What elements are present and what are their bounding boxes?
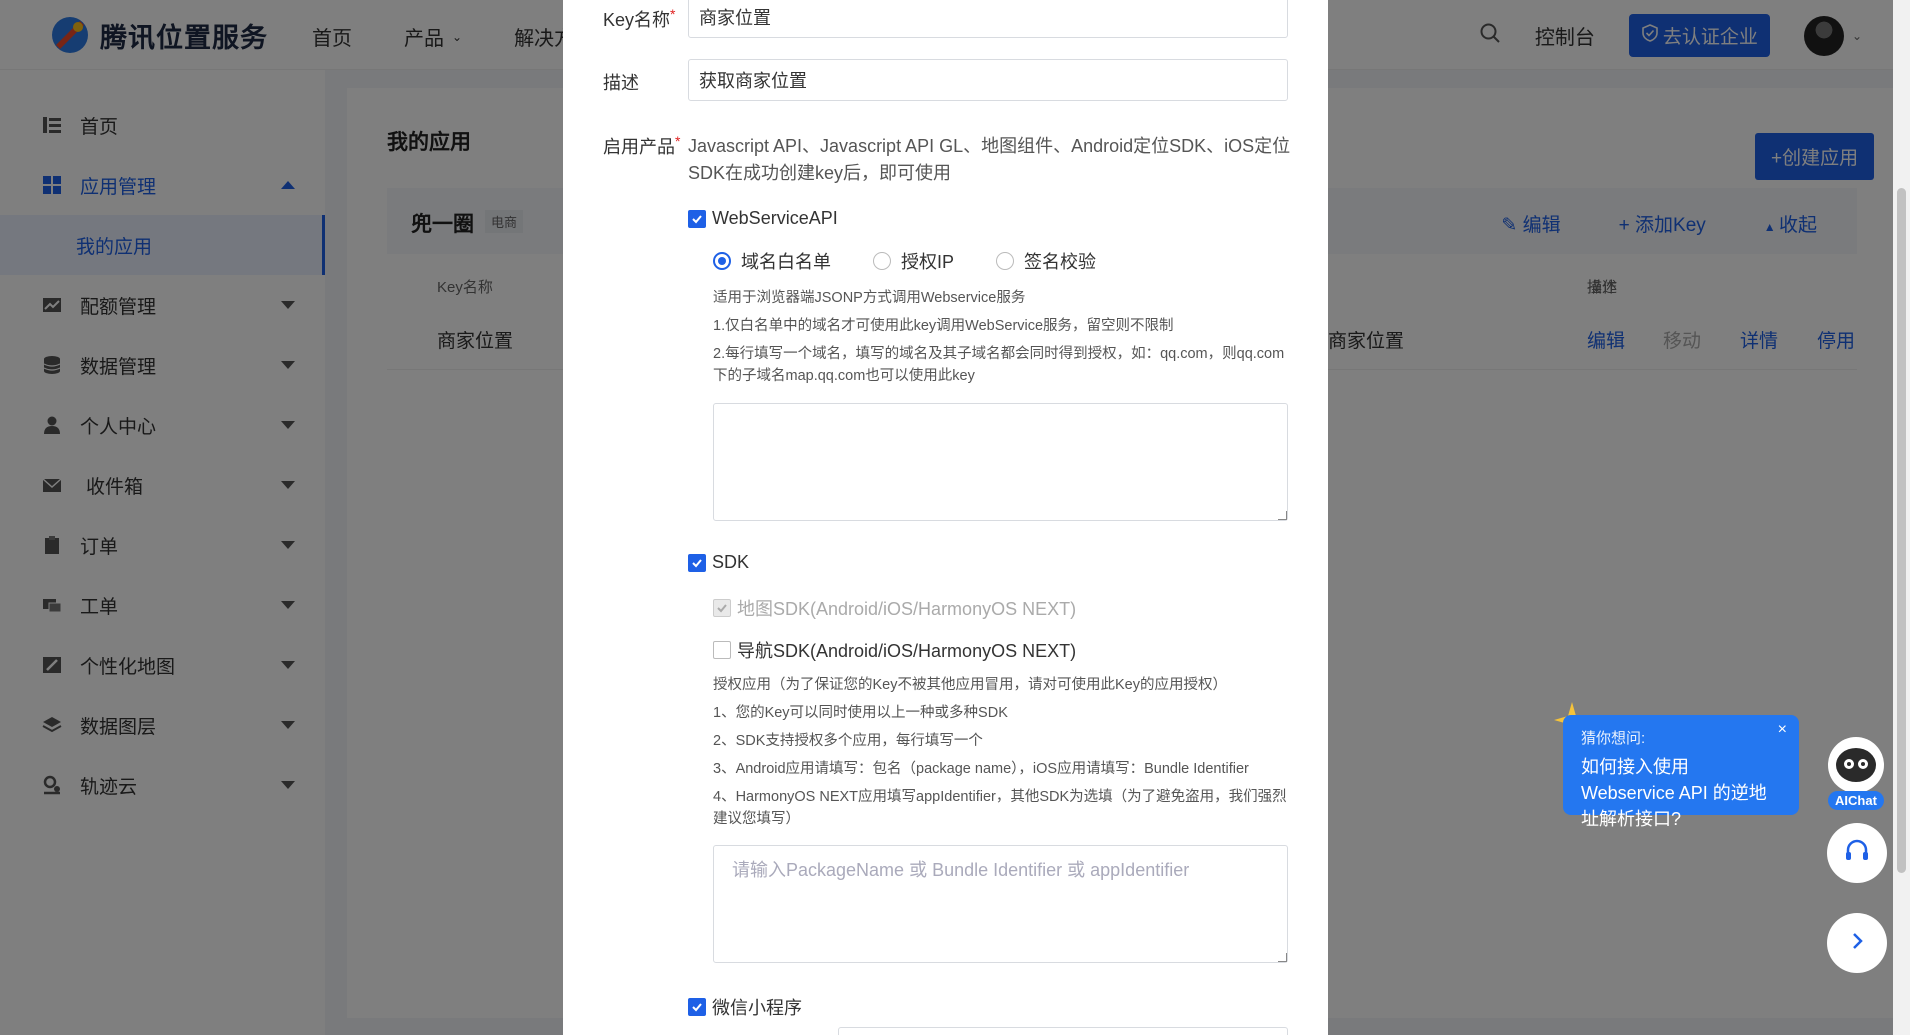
checkbox-checked-icon	[688, 209, 706, 228]
nav-sdk-label: 导航SDK(Android/iOS/HarmonyOS NEXT)	[737, 641, 1077, 661]
chevron-right-icon	[1847, 931, 1867, 956]
edit-key-dialog: Key名称* 商家位置 描述 获取商家位置 启用产品* Javascript A…	[563, 0, 1328, 1035]
help-line: 1、您的Key可以同时使用以上一种或多种SDK	[713, 705, 1008, 721]
ai-question[interactable]: 如何接入使用Webservice API 的逆地址解析接口?	[1581, 754, 1781, 832]
app-identifier-textarea[interactable]: 请输入PackageName 或 Bundle Identifier 或 app…	[713, 845, 1288, 963]
products-label-text: 启用产品	[603, 137, 675, 157]
resize-handle-icon[interactable]	[1278, 511, 1287, 520]
key-name-label: Key名称*	[603, 6, 675, 32]
webservice-help: 适用于浏览器端JSONP方式调用Webservice服务 1.仅白名单中的域名才…	[713, 287, 1293, 387]
headset-icon	[1844, 838, 1870, 869]
ai-suggestion-bubble[interactable]: 猜你想问: 如何接入使用Webservice API 的逆地址解析接口? ×	[1563, 715, 1799, 829]
radio-signature[interactable]: 签名校验	[996, 248, 1096, 274]
expand-button[interactable]	[1827, 913, 1887, 973]
domain-whitelist-textarea[interactable]	[713, 403, 1288, 521]
wechat-miniprogram-checkbox[interactable]: 微信小程序	[688, 994, 802, 1020]
radio-label: 签名校验	[1024, 252, 1097, 272]
checkbox-checked-icon	[688, 998, 706, 1016]
help-line: 3、Android应用请填写：包名（package name），iOS应用请填写…	[713, 761, 1249, 777]
products-label: 启用产品*	[603, 133, 680, 159]
products-note: Javascript API、Javascript API GL、地图组件、An…	[688, 136, 1291, 183]
robot-icon	[1828, 737, 1884, 793]
desc-input[interactable]: 获取商家位置	[688, 59, 1288, 101]
checkbox-disabled-checked-icon	[713, 599, 731, 617]
page-scrollbar[interactable]	[1893, 0, 1910, 1035]
help-line: 2、SDK支持授权多个应用，每行填写一个	[713, 733, 983, 749]
wechat-miniprogram-label: 微信小程序	[712, 998, 802, 1018]
scrollbar-thumb[interactable]	[1897, 188, 1906, 873]
customer-service-button[interactable]	[1827, 823, 1887, 883]
webservice-label: WebServiceAPI	[712, 208, 838, 228]
auth-mode-radio-group: 域名白名单 授权IP 签名校验	[713, 248, 1096, 274]
radio-unchecked-icon	[996, 252, 1015, 270]
required-mark: *	[670, 6, 676, 22]
checkbox-checked-icon	[688, 553, 706, 572]
resize-handle-icon[interactable]	[1278, 953, 1287, 962]
ai-hint-label: 猜你想问:	[1581, 730, 1646, 747]
miniprogram-appid-input[interactable]	[838, 1027, 1288, 1035]
radio-checked-icon	[713, 252, 731, 270]
help-line: 2.每行填写一个域名，填写的域名及其子域名都会同时得到授权，如：qq.com，则…	[713, 346, 1285, 384]
sdk-help: 授权应用（为了保证您的Key不被其他应用冒用，请对可使用此Key的应用授权） 1…	[713, 674, 1293, 830]
key-name-label-text: Key名称	[603, 10, 671, 30]
map-sdk-label: 地图SDK(Android/iOS/HarmonyOS NEXT)	[737, 599, 1077, 619]
ai-chat-button[interactable]: AIChat	[1826, 735, 1886, 813]
help-line: 1.仅白名单中的域名才可使用此key调用WebService服务，留空则不限制	[713, 318, 1174, 334]
radio-authorized-ip[interactable]: 授权IP	[873, 248, 954, 274]
radio-label: 域名白名单	[741, 252, 831, 272]
ai-chat-label: AIChat	[1828, 791, 1884, 810]
help-line: 授权应用（为了保证您的Key不被其他应用冒用，请对可使用此Key的应用授权）	[713, 677, 1227, 693]
close-icon[interactable]: ×	[1778, 721, 1787, 739]
radio-domain-whitelist[interactable]: 域名白名单	[713, 248, 831, 274]
sdk-label: SDK	[712, 552, 750, 572]
nav-sdk-checkbox[interactable]: 导航SDK(Android/iOS/HarmonyOS NEXT)	[713, 637, 1076, 663]
checkbox-unchecked-icon	[713, 641, 731, 659]
webservice-checkbox[interactable]: WebServiceAPI	[688, 208, 838, 229]
help-line: 4、HarmonyOS NEXT应用填写appIdentifier，其他SDK为…	[713, 789, 1287, 827]
help-line: 适用于浏览器端JSONP方式调用Webservice服务	[713, 290, 1026, 306]
sdk-checkbox[interactable]: SDK	[688, 552, 749, 573]
required-mark: *	[675, 133, 681, 149]
desc-label: 描述	[603, 73, 639, 93]
key-name-input[interactable]: 商家位置	[688, 0, 1288, 38]
map-sdk-checkbox: 地图SDK(Android/iOS/HarmonyOS NEXT)	[713, 595, 1076, 621]
radio-unchecked-icon	[873, 252, 891, 270]
radio-label: 授权IP	[901, 252, 955, 272]
